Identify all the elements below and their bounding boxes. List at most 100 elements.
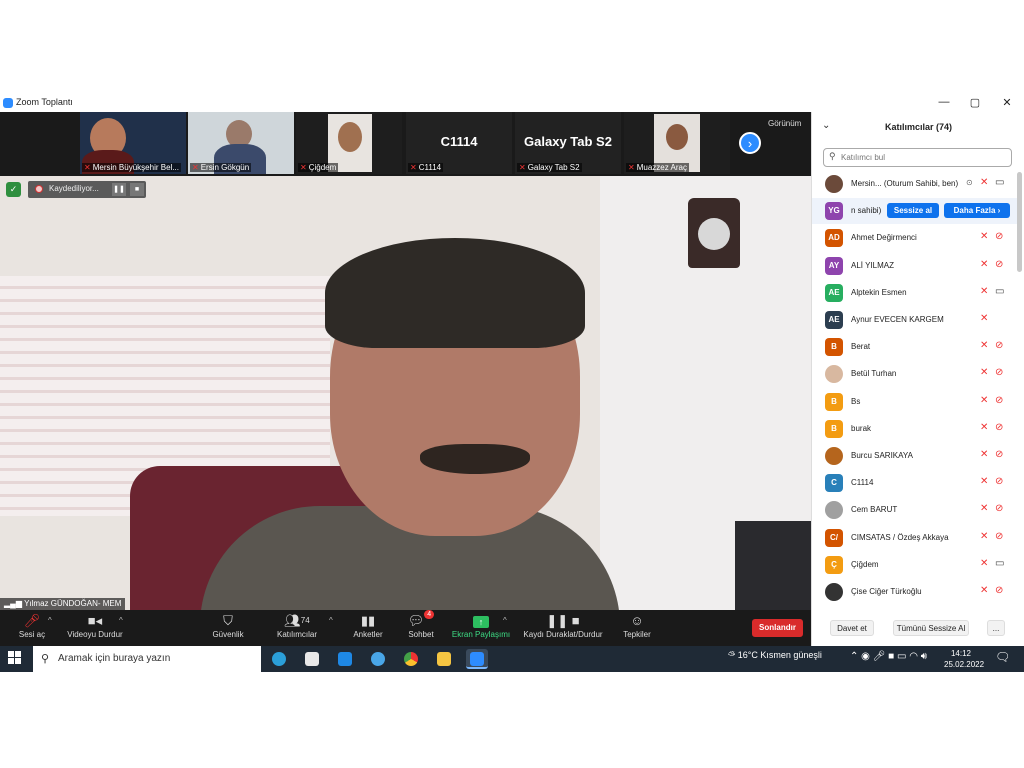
mute-participant-button[interactable]: Sessize al bbox=[887, 203, 939, 218]
mic-muted-icon: ✕ bbox=[980, 558, 989, 569]
participant-name: Çiğdem bbox=[851, 560, 879, 569]
recording-label: Kaydediliyor... bbox=[49, 184, 99, 193]
avatar: AE bbox=[825, 284, 843, 302]
security-button[interactable]: ⛉ Güvenlik bbox=[206, 610, 250, 646]
participant-name: burak bbox=[851, 424, 872, 433]
avatar: AY bbox=[825, 257, 843, 275]
more-options-button[interactable]: ... bbox=[987, 620, 1005, 636]
maximize-button[interactable]: ▢ bbox=[965, 96, 985, 109]
polls-button[interactable]: ▮▮ Anketler bbox=[348, 610, 388, 646]
unmute-button[interactable]: 🎤︎ Sesi aç bbox=[14, 610, 50, 646]
chevron-down-icon[interactable]: ⌄ bbox=[822, 120, 830, 131]
weather-widget[interactable]: ⛅︎ 16°C Kısmen güneşli bbox=[728, 650, 822, 661]
participant-name: C1114 bbox=[851, 478, 874, 487]
security-shield-icon[interactable]: ✓ bbox=[6, 182, 21, 197]
edge-icon[interactable] bbox=[268, 649, 290, 669]
monitor bbox=[735, 521, 811, 610]
mic-muted-icon: ✕ bbox=[980, 395, 989, 406]
internet-explorer-icon[interactable] bbox=[367, 649, 389, 669]
pause-recording-button[interactable]: ❚❚ bbox=[112, 183, 126, 196]
chrome-icon[interactable] bbox=[400, 649, 422, 669]
gallery-strip: ✕ Mersin Büyükşehir Bel... ✕ Ersin Gökgün … bbox=[0, 112, 811, 176]
video-tile[interactable]: Galaxy Tab S2 ✕ Galaxy Tab S2 bbox=[515, 112, 621, 174]
microphone-icon[interactable]: 🎤︎ bbox=[873, 651, 886, 662]
participant-search[interactable]: ⚲ bbox=[823, 148, 1012, 167]
avatar: C/ bbox=[825, 529, 843, 547]
participant-name: Ahmet Değirmenci bbox=[851, 233, 917, 242]
participant-name: Bs bbox=[851, 397, 861, 406]
participants-options-caret-icon[interactable]: ^ bbox=[329, 616, 333, 625]
pause-stop-recording-button[interactable]: ❚❚ ■ Kaydı Duraklat/Durdur bbox=[518, 610, 608, 646]
avatar bbox=[825, 365, 843, 383]
video-tile[interactable]: ✕ Çiğdem bbox=[296, 112, 402, 174]
participant-search-input[interactable] bbox=[841, 151, 1001, 164]
wifi-icon[interactable]: ◠ bbox=[909, 651, 918, 662]
mic-muted-icon: ✕ bbox=[628, 163, 635, 172]
chevron-up-icon[interactable]: ⌃ bbox=[850, 651, 858, 662]
taskbar-search[interactable]: ⚲ Aramak için buraya yazın bbox=[33, 646, 261, 672]
avatar: YG bbox=[825, 202, 843, 220]
panel-scrollbar[interactable] bbox=[1017, 172, 1022, 272]
participant-row[interactable]: AE Alptekin Esmen ✕ ▭ bbox=[812, 280, 1018, 306]
participant-row[interactable]: Ç Çiğdem ✕ ▭ bbox=[812, 552, 1018, 578]
video-tile[interactable]: ✕ Mersin Büyükşehir Bel... bbox=[80, 112, 186, 174]
tray-app-icon[interactable]: ■ bbox=[888, 651, 894, 662]
avatar: Ç bbox=[825, 556, 843, 574]
participant-row[interactable]: AY ALİ YILMAZ ✕ ⊘ bbox=[812, 253, 1018, 279]
volume-icon[interactable]: 🔊︎ bbox=[921, 651, 927, 662]
store-icon[interactable] bbox=[301, 649, 323, 669]
video-options-caret-icon[interactable]: ^ bbox=[119, 616, 123, 625]
participant-row[interactable]: B Berat ✕ ⊘ bbox=[812, 334, 1018, 360]
participant-row[interactable]: AE Aynur EVECEN KARGEM ✕ bbox=[812, 307, 1018, 333]
signal-icon: ▂▄▆ bbox=[4, 599, 25, 608]
more-participant-button[interactable]: Daha Fazla › bbox=[944, 203, 1010, 218]
mic-muted-icon: ✕ bbox=[980, 585, 989, 596]
mic-muted-icon: ✕ bbox=[980, 503, 989, 514]
audio-options-caret-icon[interactable]: ^ bbox=[48, 616, 52, 625]
invite-button[interactable]: Davet et bbox=[830, 620, 874, 636]
video-off-icon: ⊘ bbox=[995, 531, 1004, 542]
participant-row[interactable]: Cem BARUT ✕ ⊘ bbox=[812, 497, 1018, 523]
active-speaker-name: ▂▄▆ Yılmaz GÜNDOĞAN- MEM bbox=[0, 598, 126, 610]
video-tile[interactable]: ✕ Ersin Gökgün bbox=[188, 112, 294, 174]
zoom-app-icon bbox=[3, 98, 13, 108]
close-button[interactable]: ✕ bbox=[997, 96, 1017, 109]
participant-row[interactable]: AD Ahmet Değirmenci ✕ ⊘ bbox=[812, 225, 1018, 251]
end-meeting-button[interactable]: Sonlandır bbox=[752, 619, 803, 637]
mute-all-button[interactable]: Tümünü Sessize Al bbox=[893, 620, 969, 636]
view-button[interactable]: Görünüm bbox=[768, 119, 801, 128]
participant-row[interactable]: C/CIMSATAS / Özdeş Akkaya ✕ ⊘ bbox=[812, 525, 1018, 551]
tile-big-name: Galaxy Tab S2 bbox=[524, 134, 612, 149]
participant-row[interactable]: Çise Ciğer Türkoğlu ✕ ⊘ bbox=[812, 579, 1018, 605]
zoom-taskbar-icon[interactable] bbox=[466, 649, 488, 669]
participant-row[interactable]: Betül Turhan ✕ ⊘ bbox=[812, 361, 1018, 387]
participant-row[interactable]: C C1114 ✕ ⊘ bbox=[812, 470, 1018, 496]
video-tile[interactable]: C1114 ✕ C1114 bbox=[406, 112, 512, 174]
share-options-caret-icon[interactable]: ^ bbox=[503, 616, 507, 625]
notification-icon[interactable]: 🗨︎ bbox=[995, 650, 1010, 664]
clock-time: 14:12 bbox=[950, 649, 972, 658]
participant-row[interactable]: Burcu SARIKAYA ✕ ⊘ bbox=[812, 443, 1018, 469]
chat-button[interactable]: 💬︎ 4 Sohbet bbox=[404, 610, 438, 646]
mail-icon[interactable] bbox=[334, 649, 356, 669]
title-bar: Zoom Toplantı bbox=[0, 96, 1024, 112]
participants-button[interactable]: 👥︎74 Katılımcılar bbox=[272, 610, 322, 646]
file-explorer-icon[interactable] bbox=[433, 649, 455, 669]
participant-row[interactable]: B Bs ✕ ⊘ bbox=[812, 389, 1018, 415]
stop-recording-button[interactable]: ■ bbox=[130, 183, 144, 196]
taskbar-clock[interactable]: 14:12 25.02.2022 bbox=[944, 648, 984, 670]
participant-row[interactable]: Mersin... (Oturum Sahibi, ben) ✕ ▭ ⊙ bbox=[812, 171, 1018, 197]
minimize-button[interactable]: — bbox=[934, 96, 954, 108]
reactions-button[interactable]: ☺ Tepkiler bbox=[618, 610, 656, 646]
participant-row[interactable]: Bburak ✕ ⊘ bbox=[812, 416, 1018, 442]
record-icon[interactable]: ◉ bbox=[861, 651, 870, 662]
main-video bbox=[0, 176, 811, 610]
participant-name: Mersin... (Oturum Sahibi, ben) bbox=[851, 179, 959, 188]
video-tile[interactable]: ✕ Muazzez Araç bbox=[624, 112, 730, 174]
next-page-button[interactable]: › bbox=[739, 132, 761, 154]
windows-start-icon[interactable] bbox=[8, 651, 22, 665]
participant-row[interactable]: YG n sahibi) Sessize al Daha Fazla › bbox=[812, 198, 1018, 224]
video-on-icon: ▭ bbox=[995, 286, 1005, 297]
battery-icon[interactable]: ▭ bbox=[897, 651, 906, 662]
avatar bbox=[825, 447, 843, 465]
